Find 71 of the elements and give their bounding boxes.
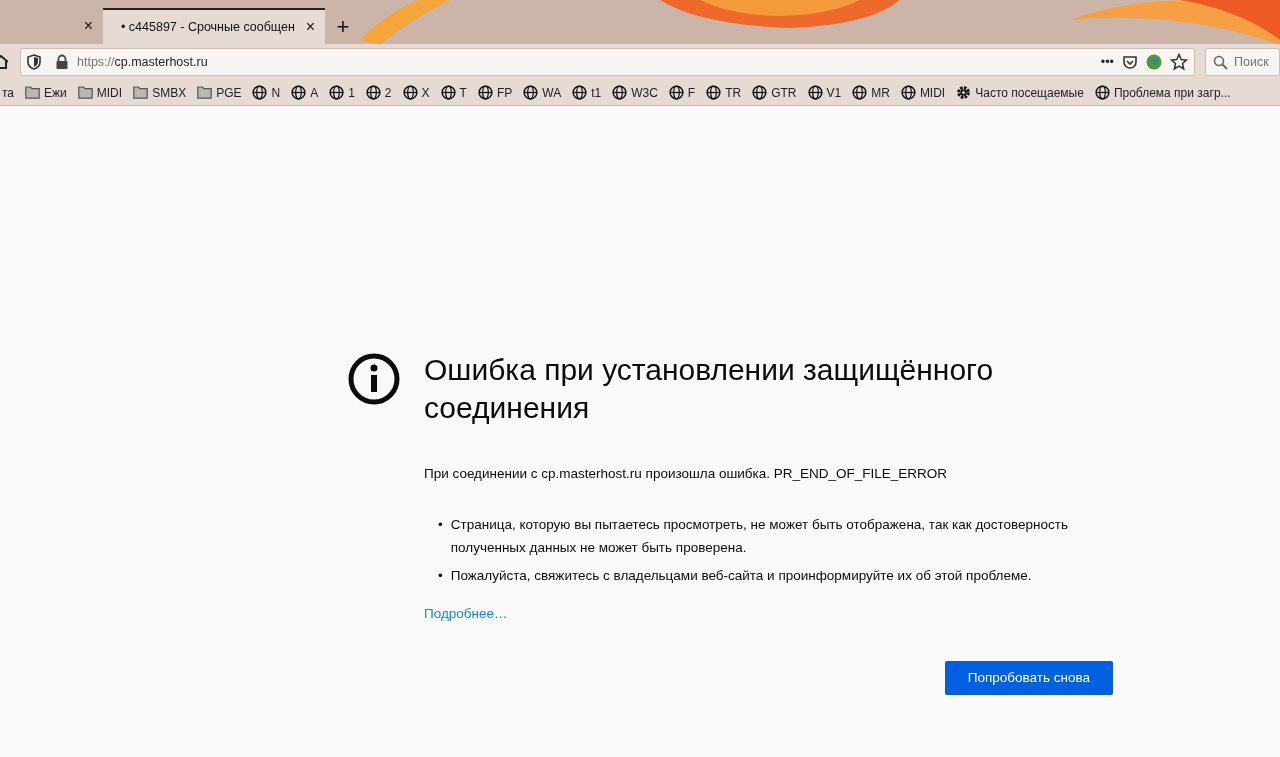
star-icon[interactable] — [1170, 53, 1188, 71]
globe-icon — [900, 85, 916, 100]
tab[interactable]: • c445897 - Срочные сообщен × — [103, 8, 325, 44]
globe-icon — [365, 85, 381, 100]
bullet-text: Страница, которую вы пытаетесь просмотреть, не может быть отображена, так как достоверность полученных данных не может быть проверена. — [450, 516, 1070, 557]
address-bar[interactable]: https://cp.masterhost.ru ••• — [20, 48, 1195, 76]
globe-icon — [852, 85, 868, 100]
globe-icon — [440, 85, 456, 100]
bookmark[interactable]: Часто посещаемые — [975, 83, 1084, 102]
url-text: https://cp.masterhost.ru — [77, 53, 209, 71]
bookmark[interactable]: PGE — [216, 83, 242, 102]
new-tab-button[interactable]: + — [325, 8, 361, 44]
search-field[interactable]: Поиск — [1205, 48, 1280, 76]
tab-title: • c445897 - Срочные сообщен — [121, 18, 295, 36]
globe-icon — [523, 85, 539, 100]
bookmark[interactable]: 1 — [348, 83, 355, 102]
info-icon — [348, 353, 400, 405]
bullet-text: Пожалуйста, свяжитесь с владельцами веб-сайта и проинформируйте их об этой проблеме. — [450, 566, 1032, 585]
globe-icon — [329, 85, 345, 100]
globe-icon — [668, 85, 684, 100]
bookmark[interactable]: Проблема при загр... — [1113, 83, 1231, 102]
bookmark[interactable]: 2 — [384, 83, 392, 102]
globe-icon — [291, 85, 307, 100]
bookmark[interactable]: MIDI — [96, 83, 123, 102]
learn-more-link[interactable]: Подробнее… — [424, 606, 508, 622]
bookmark[interactable]: та — [2, 83, 15, 102]
folder-icon — [133, 86, 149, 99]
try-again-button[interactable]: Попробовать снова — [944, 661, 1113, 696]
globe-icon — [807, 85, 823, 100]
bullet-marker: • — [438, 516, 443, 535]
bookmark[interactable]: V1 — [826, 83, 842, 102]
bookmark[interactable]: MR — [871, 83, 890, 102]
globe-icon — [477, 85, 493, 100]
lock-icon[interactable] — [55, 54, 69, 70]
bookmark[interactable]: X — [421, 83, 430, 102]
gear-icon — [956, 85, 972, 100]
globe-icon — [572, 85, 588, 100]
globe-icon — [1094, 85, 1110, 100]
bookmark[interactable]: WA — [542, 83, 562, 102]
globe-icon — [752, 85, 768, 100]
error-title: Ошибка при установлении защищённого соединения — [424, 352, 995, 426]
shield-icon[interactable] — [27, 54, 41, 70]
error-message: При соединении с cp.masterhost.ru произошла ошибка. PR_END_OF_FILE_ERROR — [424, 465, 949, 483]
globe-icon[interactable] — [1146, 54, 1162, 70]
close-button[interactable]: × — [305, 15, 315, 39]
folder-icon — [77, 86, 93, 99]
globe-icon — [612, 85, 628, 100]
bookmark[interactable]: t1 — [591, 83, 602, 102]
globe-icon — [706, 85, 722, 100]
folder-icon — [25, 86, 41, 99]
bookmark[interactable]: F — [687, 83, 696, 102]
globe-icon — [402, 85, 418, 100]
bookmark[interactable]: FP — [496, 83, 513, 102]
bookmark[interactable]: Ежи — [44, 83, 67, 102]
search-icon — [1213, 55, 1228, 70]
pocket-icon[interactable] — [1122, 54, 1138, 70]
bookmark[interactable]: SMBX — [152, 83, 187, 102]
bookmark[interactable]: T — [459, 83, 467, 102]
bookmark[interactable]: N — [271, 83, 281, 102]
bookmark[interactable]: MIDI — [919, 83, 946, 102]
tab[interactable]: × — [0, 8, 103, 44]
folder-icon — [197, 86, 213, 99]
globe-icon — [252, 85, 268, 100]
close-button[interactable]: × — [83, 14, 93, 38]
bookmark[interactable]: TR — [725, 83, 742, 102]
bookmark[interactable]: GTR — [771, 83, 797, 102]
bookmark[interactable]: A — [310, 83, 319, 102]
bookmark[interactable]: W3C — [631, 83, 658, 102]
bullet-marker: • — [438, 566, 443, 585]
page-actions-button[interactable]: ••• — [1100, 52, 1114, 72]
home-icon[interactable] — [0, 54, 8, 70]
